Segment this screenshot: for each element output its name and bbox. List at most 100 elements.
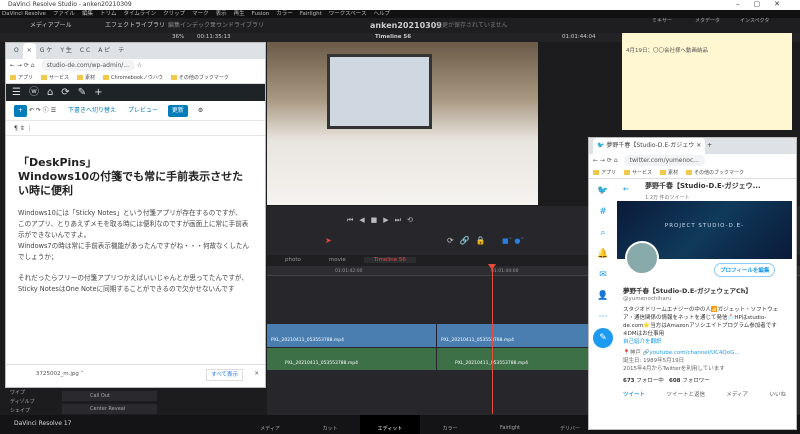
profile-tab[interactable]: ツイートと返信	[666, 391, 705, 399]
menu-item[interactable]: ファイル	[53, 11, 75, 17]
sound-library-button[interactable]: サウンドライブラリ	[210, 18, 264, 33]
video-clip[interactable]: PXL_20210411_053553788.mp4	[267, 324, 437, 347]
switch-to-draft-button[interactable]: 下書きへ切り替え	[68, 107, 116, 114]
bookmarks-bar: アプリ サービス 素材 Chromebookノウハウ その他のブックマーク	[6, 73, 265, 84]
browser-tab[interactable]: A ピ	[94, 43, 114, 59]
following-link[interactable]: フォロー中	[636, 378, 664, 384]
bookmark[interactable]: アプリ	[593, 170, 616, 176]
profile-tab[interactable]: ツイート	[623, 391, 645, 399]
editor-toolbar: + ↶ ↷ ⓘ ☰ 下書きへ切り替え プレビュー 更新 ⚙	[6, 101, 265, 121]
paragraph[interactable]: Windows10には「Sticky Notes」という付箋アプリが存在するので…	[18, 208, 253, 263]
download-file[interactable]: 3725002_m.jpg	[36, 371, 79, 377]
close-icon[interactable]: ✕	[254, 365, 259, 383]
video-clip[interactable]: PXL_20210411_053553788.mp4	[437, 324, 600, 347]
project-name[interactable]: anken20210309	[370, 18, 442, 33]
selection-tool-icon[interactable]: ➤	[325, 236, 332, 245]
menu-item[interactable]: ヘルプ	[373, 11, 390, 17]
menu-item[interactable]: 再生	[234, 11, 245, 17]
bookmark[interactable]: その他のブックマーク	[686, 170, 744, 176]
menu-item[interactable]: ワークスペース	[329, 11, 367, 17]
timeline-tab[interactable]: photo	[275, 257, 311, 263]
audio-clip[interactable]: PXL_20210411_053553788.mp4	[267, 348, 437, 370]
preview-button[interactable]: プレビュー	[128, 107, 158, 114]
media-pool-button[interactable]: メディアプール	[30, 18, 72, 33]
playhead-handle[interactable]	[488, 264, 496, 270]
twitter-profile: ← 夢野千春【Studio-D.E-ガジェウ... 1.2万 件のツイート PROJ…	[617, 181, 792, 431]
timeline-name[interactable]: Timeline 56	[375, 33, 411, 42]
followers-link[interactable]: フォロワー	[682, 378, 710, 384]
snap-link-lock-icons[interactable]: ⟳🔗🔒	[447, 236, 492, 245]
page-tab-0[interactable]: メディア	[240, 415, 300, 434]
edit-profile-button[interactable]: プロフィールを編集	[714, 263, 776, 277]
profile-tab[interactable]: メディア	[726, 391, 748, 399]
side-item[interactable]: ワイプ	[10, 389, 25, 396]
add-block-button[interactable]: +	[14, 105, 28, 117]
effect-item[interactable]: Call Out	[62, 391, 157, 401]
post-content[interactable]: 「DeskPins」 Windows10の付箋でも常に手前表示させたい時に便利 …	[6, 136, 265, 364]
effect-item[interactable]: Center Reveal	[62, 404, 157, 414]
wp-admin-bar[interactable]: ☰ⓦ⌂⟳✎+	[6, 84, 265, 101]
translate-link[interactable]: 自己紹介を翻訳	[623, 338, 786, 346]
menu-item[interactable]: Fusion	[252, 11, 270, 17]
post-title[interactable]: 「DeskPins」 Windows10の付箋でも常に手前表示させたい時に便利	[18, 156, 253, 198]
avatar[interactable]	[625, 241, 659, 275]
page-tab-2[interactable]: エディット	[360, 415, 420, 434]
address-bar[interactable]: ← → ⟳ ⌂ twitter.com/yumenoc...	[589, 154, 796, 168]
side-item[interactable]: ディゾルブ	[10, 398, 35, 405]
paragraph[interactable]: それだったらフリーの付箋アプリつかえばいいじゃんとか思ってたんですが、 Stick…	[18, 273, 253, 295]
sticky-note-text[interactable]: 4月19日：〇〇会社様へ動画納品	[626, 48, 708, 54]
menu-item[interactable]: クリップ	[163, 11, 185, 17]
bookmark[interactable]: Chromebookノウハウ	[103, 75, 163, 81]
menu-item[interactable]: DaVinci Resolve	[2, 11, 46, 17]
browser-tab[interactable]: ×	[22, 43, 36, 59]
edit-index-button[interactable]: 編集インデックス	[168, 18, 216, 33]
audio-clip[interactable]: PXL_20210411_053553788.mp4	[437, 348, 600, 370]
address-bar[interactable]: ← → ⟳ ⌂ studio-de.com/wp-admin/... ☆	[6, 59, 265, 73]
menu-item[interactable]: 表示	[216, 11, 227, 17]
browser-tab[interactable]: 🐦 夢野千春【Studio-D.E-ガジェウ ✕	[593, 138, 706, 154]
zoom-level[interactable]: 36%	[172, 33, 184, 42]
settings-icon[interactable]: ⚙	[198, 107, 203, 114]
menu-item[interactable]: タイムライン	[123, 11, 156, 17]
menu-item[interactable]: カラー	[276, 11, 293, 17]
bookmark[interactable]: サービス	[41, 75, 69, 81]
update-button[interactable]: 更新	[167, 105, 188, 117]
mixer-button[interactable]: ミキサー	[652, 18, 672, 25]
twitter-nav[interactable]: 🐦 # ⌕ 🔔 ✉ 👤 ⋯ ✎	[589, 181, 617, 431]
url-field[interactable]: twitter.com/yumenoc...	[623, 155, 705, 166]
back-icon[interactable]: ←	[623, 184, 629, 195]
bookmark[interactable]: 素材	[660, 170, 678, 176]
browser-tab[interactable]: Y 生	[56, 43, 76, 59]
effects-library-button[interactable]: エフェクトライブラリ	[105, 18, 165, 33]
browser-tab[interactable]: G ケ	[36, 43, 57, 59]
bookmark[interactable]: その他のブックマーク	[170, 75, 229, 81]
url-field[interactable]: studio-de.com/wp-admin/...	[40, 60, 135, 71]
browser-tab[interactable]: O	[10, 43, 23, 59]
sticky-note[interactable]: 4月19日：〇〇会社様へ動画納品	[622, 25, 792, 130]
menu-item[interactable]: Fairlight	[300, 11, 322, 17]
inspector-button[interactable]: インスペクタ	[740, 18, 769, 25]
timeline-tab[interactable]: movie	[319, 257, 356, 263]
menu-item[interactable]: トリム	[100, 11, 117, 17]
window-controls[interactable]: –▢✕	[736, 0, 794, 8]
profile-link[interactable]: youtube.com/channel/UC4QoG...	[649, 350, 739, 356]
page-tab-4[interactable]: Fairlight	[480, 415, 540, 434]
page-tab-3[interactable]: カラー	[420, 415, 480, 434]
block-toolbar[interactable]: ¶ ⇕ ⋮	[6, 121, 265, 136]
menu-item[interactable]: マーク	[192, 11, 209, 17]
bookmark[interactable]: アプリ	[10, 75, 33, 81]
menu-item[interactable]: 編集	[82, 11, 93, 17]
timeline-tab[interactable]: Timeline 56	[363, 257, 416, 263]
playhead[interactable]	[492, 264, 493, 414]
bookmark[interactable]: 素材	[77, 75, 95, 81]
browser-tab[interactable]: テ	[114, 43, 128, 59]
side-item[interactable]: シェイプ	[10, 407, 30, 414]
browser-tab[interactable]: C C	[76, 43, 94, 59]
profile-tab[interactable]: いいね	[769, 391, 786, 399]
transport-controls[interactable]: ⏮◀■▶⏭⟲	[347, 216, 419, 225]
show-all-button[interactable]: すべて表示	[206, 369, 243, 381]
flag-marker-icons[interactable]: ■˅ ●˅	[502, 237, 524, 245]
bookmark[interactable]: サービス	[624, 170, 652, 176]
metadata-button[interactable]: メタデータ	[695, 18, 720, 25]
page-tab-1[interactable]: カット	[300, 415, 360, 434]
